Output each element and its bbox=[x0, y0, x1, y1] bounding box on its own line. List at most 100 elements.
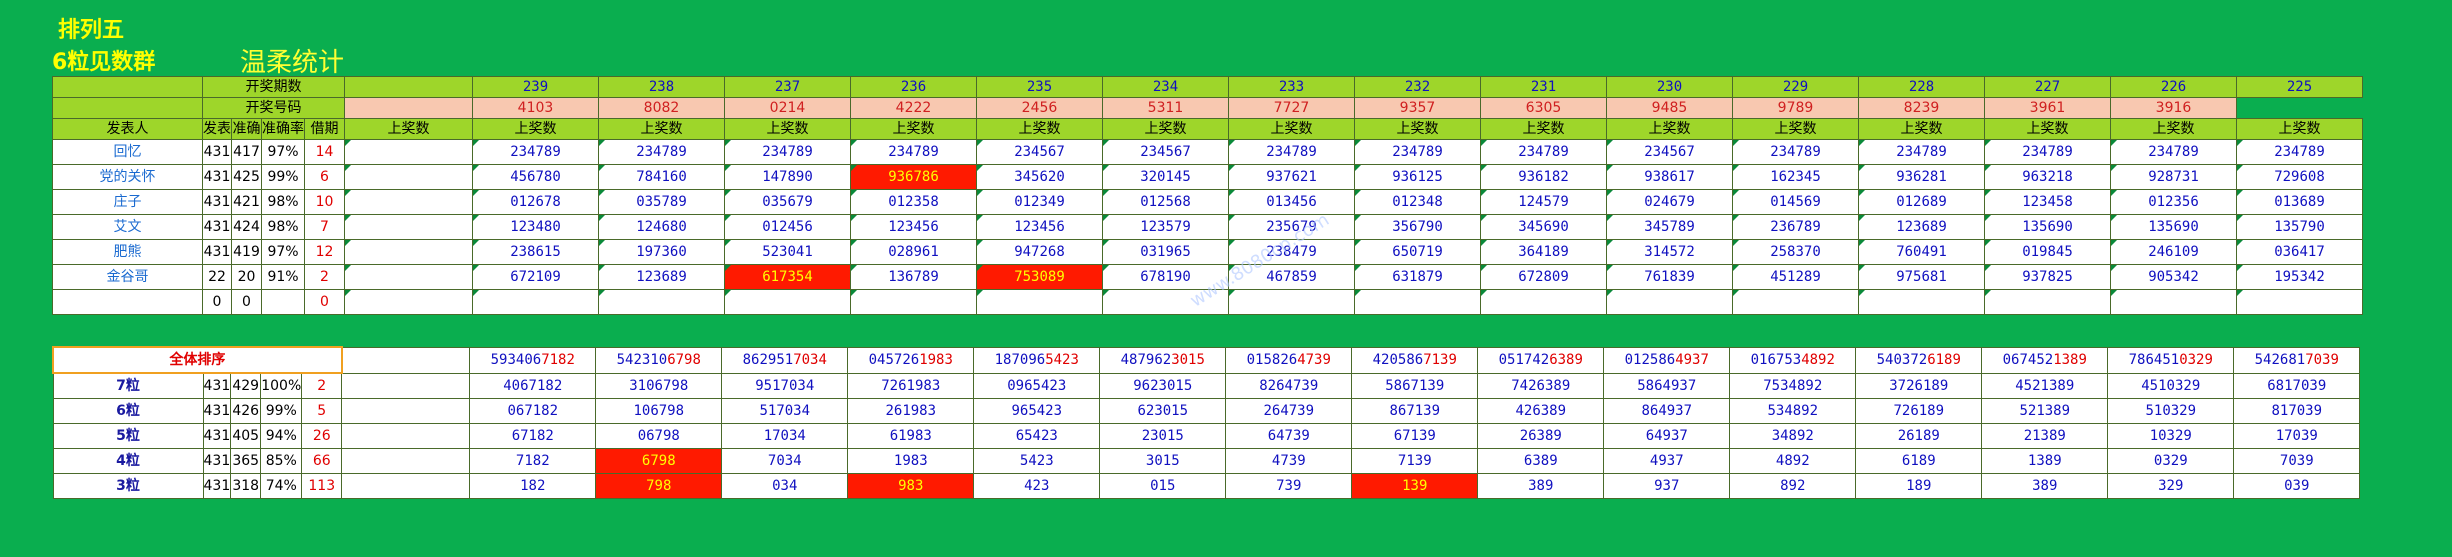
miss-count: 2 bbox=[301, 372, 343, 399]
rank-number: 726189 bbox=[1855, 398, 1983, 424]
predicted-number: 356790 bbox=[1354, 214, 1481, 240]
last-number-header: 上奖数 bbox=[1606, 118, 1733, 140]
predicted-number: 672109 bbox=[472, 264, 599, 290]
predicted-number: 936182 bbox=[1480, 164, 1607, 190]
miss-count: 26 bbox=[301, 423, 343, 449]
rank-number: 3015 bbox=[1099, 448, 1227, 474]
predicted-number: 123689 bbox=[598, 264, 725, 290]
rank-number: 7261983 bbox=[847, 372, 975, 399]
winning-number: 4103 bbox=[472, 97, 599, 119]
rank-number: 9623015 bbox=[1099, 372, 1227, 399]
period-number: 237 bbox=[724, 76, 851, 98]
predicted-number: 238615 bbox=[472, 239, 599, 265]
publish-count: 431 bbox=[202, 164, 232, 190]
period-number: 238 bbox=[598, 76, 725, 98]
correct-count: 0 bbox=[231, 289, 262, 315]
rank-number: 937 bbox=[1603, 473, 1731, 499]
rank-sequence: 1870965423 bbox=[973, 346, 1101, 374]
predicted-number: 928731 bbox=[2110, 164, 2237, 190]
correct-count: 429 bbox=[230, 372, 262, 399]
predicted-number: 523041 bbox=[724, 239, 851, 265]
predicted-number bbox=[1858, 289, 1985, 315]
publish-count: 431 bbox=[202, 423, 232, 449]
predicted-number: 035679 bbox=[724, 189, 851, 215]
predicted-number: 236789 bbox=[1732, 214, 1859, 240]
period-number: 226 bbox=[2110, 76, 2237, 98]
winning-number: 9485 bbox=[1606, 97, 1733, 119]
digit-count-label: 3粒 bbox=[52, 473, 204, 499]
predicted-number: 195342 bbox=[2236, 264, 2363, 290]
rank-number: 4510329 bbox=[2107, 372, 2235, 399]
predicted-number: 124680 bbox=[598, 214, 725, 240]
rank-number: 329 bbox=[2107, 473, 2235, 499]
predicted-number: 761839 bbox=[1606, 264, 1733, 290]
table-row: 回忆 431 417 97% 14 234789 234789 234789 234789 234… bbox=[52, 139, 2363, 165]
rank-number: 5423 bbox=[973, 448, 1101, 474]
predicted-number: 035789 bbox=[598, 189, 725, 215]
table-row: 6粒 431 426 99% 5 067182 106798 517034 261983 9654… bbox=[52, 398, 2361, 424]
rank-number: 06798 bbox=[595, 423, 723, 449]
predicted-number: 650719 bbox=[1354, 239, 1481, 265]
predicted-number: 012689 bbox=[1858, 189, 1985, 215]
accuracy-rate: 98% bbox=[261, 189, 305, 215]
period-number: 231 bbox=[1480, 76, 1607, 98]
last-number-header: 上奖数 bbox=[472, 118, 599, 140]
predicted-number bbox=[1354, 289, 1481, 315]
rank-sequence: 8629517034 bbox=[721, 346, 849, 374]
predicted-number: 162345 bbox=[1732, 164, 1859, 190]
predicted-number bbox=[2236, 289, 2363, 315]
header-spacer bbox=[52, 76, 203, 98]
table-row: 7粒 431 429 100% 2 4067182 3106798 9517034 726198… bbox=[52, 372, 2361, 399]
rank-number: 426389 bbox=[1477, 398, 1605, 424]
winning-number: 7727 bbox=[1228, 97, 1355, 119]
predicted-number: 246109 bbox=[2110, 239, 2237, 265]
last-number-header: 上奖数 bbox=[1228, 118, 1355, 140]
predicted-number: 012349 bbox=[976, 189, 1103, 215]
accuracy-rate: 98% bbox=[261, 214, 305, 240]
publish-count: 431 bbox=[202, 139, 232, 165]
rank-sequence: 5934067182 bbox=[469, 346, 597, 374]
predicted-number: 234789 bbox=[1984, 139, 2111, 165]
last-number-header: 上奖数 bbox=[1354, 118, 1481, 140]
predicted-number bbox=[1480, 289, 1607, 315]
rank-number: 510329 bbox=[2107, 398, 2235, 424]
rank-number: 0329 bbox=[2107, 448, 2235, 474]
predicted-number: 013456 bbox=[1228, 189, 1355, 215]
rank-number: 61983 bbox=[847, 423, 975, 449]
rank-number: 6389 bbox=[1477, 448, 1605, 474]
rank-sequence bbox=[341, 346, 471, 374]
correct-count: 365 bbox=[230, 448, 262, 474]
publisher-name: 回忆 bbox=[52, 139, 203, 165]
predicted-number: 014569 bbox=[1732, 189, 1859, 215]
rank-number: 17034 bbox=[721, 423, 849, 449]
winning-number: 4222 bbox=[850, 97, 977, 119]
predicted-number: 123579 bbox=[1102, 214, 1229, 240]
rank-number: 67182 bbox=[469, 423, 597, 449]
predicted-number: 123456 bbox=[976, 214, 1103, 240]
rank-sequence: 0517426389 bbox=[1477, 346, 1605, 374]
period-number: 236 bbox=[850, 76, 977, 98]
predicted-number: 019845 bbox=[1984, 239, 2111, 265]
predicted-number: 234567 bbox=[1102, 139, 1229, 165]
rank-number: 26189 bbox=[1855, 423, 1983, 449]
predicted-number bbox=[344, 189, 473, 215]
predicted-number bbox=[724, 289, 851, 315]
digit-count-label: 5粒 bbox=[52, 423, 204, 449]
rank-number: 182 bbox=[469, 473, 597, 499]
predicted-number: 234789 bbox=[598, 139, 725, 165]
predicted-number: 135690 bbox=[1984, 214, 2111, 240]
rank-number: 1389 bbox=[1981, 448, 2109, 474]
predicted-number: 729608 bbox=[2236, 164, 2363, 190]
table-row: 艾文 431 424 98% 7 123480 124680 012456 123456 1234… bbox=[52, 214, 2363, 240]
predicted-number: 234789 bbox=[724, 139, 851, 165]
rank-number: 21389 bbox=[1981, 423, 2109, 449]
predicted-number: 135690 bbox=[2110, 214, 2237, 240]
rank-number: 6189 bbox=[1855, 448, 1983, 474]
rank-number: 423 bbox=[973, 473, 1101, 499]
header-spacer bbox=[52, 97, 203, 119]
rank-number: 10329 bbox=[2107, 423, 2235, 449]
rank-sequence: 0125864937 bbox=[1603, 346, 1731, 374]
table-row: 肥熊 431 419 97% 12 238615 197360 523041 028961 947… bbox=[52, 239, 2363, 265]
last-number-header: 上奖数 bbox=[724, 118, 851, 140]
publisher-header: 发表人 bbox=[52, 118, 203, 140]
